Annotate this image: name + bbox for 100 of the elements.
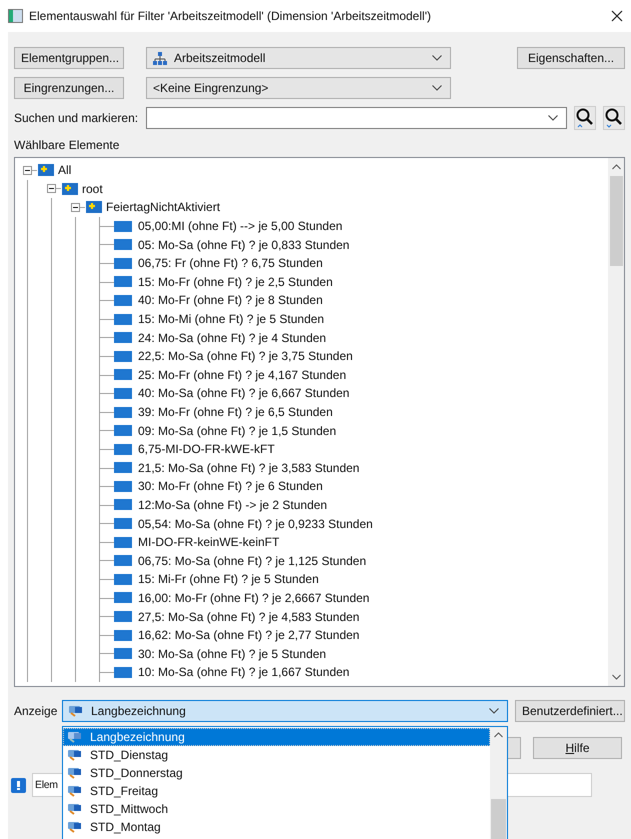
tag-icon — [68, 731, 82, 743]
element-icon — [114, 239, 132, 250]
tree-item[interactable]: 16,00: Mo-Fr (ohne Ft) ? je 2,6667 Stunden — [138, 590, 370, 605]
scrollbar[interactable] — [490, 727, 507, 839]
element-icon — [114, 350, 132, 362]
element-icon — [114, 388, 132, 399]
tag-icon — [69, 705, 83, 717]
tree-item[interactable]: 15: Mi-Fr (ohne Ft) ? je 5 Stunden — [138, 572, 319, 586]
tree-item[interactable]: root — [82, 182, 103, 196]
tree-item[interactable]: 05,00:MI (ohne Ft) --> je 5,00 Stunden — [138, 219, 342, 234]
element-icon — [114, 648, 132, 660]
element-icon — [114, 444, 132, 455]
collapse-icon[interactable] — [23, 166, 32, 175]
tree-item[interactable]: 15: Mo-Mi (ohne Ft) ? je 5 Stunden — [138, 312, 324, 326]
folder-plus-icon — [38, 164, 54, 176]
element-icon — [114, 406, 132, 418]
collapse-icon[interactable] — [47, 184, 56, 194]
tree-item[interactable]: 06,75: Fr (ohne Ft) ? 6,75 Stunden — [138, 256, 323, 270]
display-label: Anzeige — [14, 704, 58, 718]
scroll-up-icon — [494, 732, 503, 738]
tree-item[interactable]: 40: Mo-Sa (ohne Ft) ? je 6,667 Stunden — [138, 386, 350, 400]
tree-item[interactable]: 22,5: Mo-Sa (ohne Ft) ? je 3,75 Stunden — [138, 349, 353, 364]
element-icon — [114, 592, 132, 604]
element-icon — [114, 518, 132, 530]
scroll-up-icon — [612, 164, 620, 170]
tree-item[interactable]: 30: Mo-Sa (ohne Ft) ? je 5 Stunden — [138, 646, 326, 661]
element-icon — [114, 574, 132, 585]
tree-item[interactable]: 21,5: Mo-Sa (ohne Ft) ? je 3,583 Stunden — [138, 460, 360, 475]
element-icon — [114, 462, 132, 474]
tree-item[interactable]: 16,62: Mo-Sa (ohne Ft) ? je 2,77 Stunden — [138, 628, 360, 642]
properties-button[interactable]: Eigenschaften... — [517, 47, 625, 69]
restrictions-button[interactable]: Eingrenzungen... — [14, 77, 124, 99]
element-icon — [114, 276, 132, 288]
scrollbar-thumb[interactable] — [610, 176, 622, 266]
tree-item[interactable]: FeiertagNichtAktiviert — [106, 200, 220, 214]
tag-icon — [68, 785, 82, 797]
folder-plus-icon — [62, 182, 78, 195]
restriction-select[interactable]: <Keine Eingrenzung> — [146, 77, 451, 99]
hierarchy-select[interactable]: Arbeitszeitmodell — [146, 47, 451, 69]
dropdown-option[interactable]: STD_Donnerstag — [63, 764, 490, 782]
dropdown-option[interactable]: STD_Mittwoch — [63, 800, 490, 818]
tree-item[interactable]: 05: Mo-Sa (ohne Ft) ? je 0,833 Stunden — [138, 238, 350, 252]
close-icon[interactable] — [611, 10, 623, 22]
element-icon — [114, 258, 132, 269]
tree-item[interactable]: 25: Mo-Fr (ohne Ft) ? je 4,167 Stunden — [138, 368, 346, 382]
help-button[interactable]: Hilfe — [533, 737, 622, 759]
element-icon — [114, 480, 132, 492]
hierarchy-icon — [153, 52, 167, 64]
window-icon — [8, 9, 23, 23]
scroll-down-icon — [612, 674, 620, 680]
element-icon — [114, 369, 132, 380]
search-label: Suchen und markieren: — [14, 111, 140, 125]
display-select[interactable]: Langbezeichnung — [62, 700, 508, 722]
search-field[interactable] — [146, 107, 568, 129]
status-text: Elem — [35, 779, 58, 791]
custom-button[interactable]: Benutzerdefiniert... — [515, 700, 625, 722]
dropdown-option[interactable]: STD_Freitag — [63, 782, 490, 800]
element-groups-button[interactable]: Elementgruppen... — [14, 47, 124, 69]
element-icon — [114, 555, 132, 566]
tree-label: Wählbare Elemente — [14, 138, 120, 152]
scrollbar-thumb[interactable] — [491, 799, 506, 839]
collapse-icon[interactable] — [71, 202, 80, 212]
tag-icon — [68, 767, 82, 779]
search-icon — [605, 108, 624, 128]
tree-item[interactable]: 10: Mo-Sa (ohne Ft) ? je 1,667 Stunden — [138, 665, 350, 680]
search-next-button[interactable] — [603, 106, 626, 130]
dropdown-option[interactable]: Langbezeichnung — [63, 728, 490, 746]
tree-item[interactable]: 15: Mo-Fr (ohne Ft) ? je 2,5 Stunden — [138, 274, 333, 289]
tree-item[interactable]: 06,75: Mo-Sa (ohne Ft) ? je 1,125 Stunden — [138, 554, 366, 568]
element-icon — [114, 666, 132, 678]
tag-icon — [68, 821, 82, 833]
tag-icon — [68, 803, 82, 815]
dropdown-option[interactable]: STD_Montag — [63, 818, 490, 836]
element-icon — [114, 425, 132, 436]
folder-plus-icon — [86, 201, 102, 214]
element-icon — [114, 630, 132, 641]
chevron-down-icon — [548, 115, 558, 121]
dropdown-option[interactable]: STD_Dienstag — [63, 746, 490, 764]
tree-item[interactable]: 39: Mo-Fr (ohne Ft) ? je 6,5 Stunden — [138, 405, 333, 420]
tree-item[interactable]: MI-DO-FR-keinWE-keinFT — [138, 535, 280, 550]
tree-item[interactable]: All — [58, 163, 72, 178]
element-icon — [114, 220, 132, 232]
tree-item[interactable]: 05,54: Mo-Sa (ohne Ft) ? je 0,9233 Stunden — [138, 516, 373, 531]
tree-item[interactable]: 30: Mo-Fr (ohne Ft) ? je 6 Stunden — [138, 479, 323, 494]
element-icon — [114, 499, 132, 510]
search-icon — [576, 108, 594, 128]
chevron-down-icon — [432, 55, 442, 61]
element-icon — [114, 611, 132, 622]
scrollbar[interactable] — [608, 158, 624, 686]
window-title: Elementauswahl für Filter 'Arbeitszeitmodell' (Dimension 'Arbeitszeitmodell') — [29, 9, 432, 23]
tree-item[interactable]: 27,5: Mo-Sa (ohne Ft) ? je 4,583 Stunden — [138, 610, 360, 624]
tree-item[interactable]: 40: Mo-Fr (ohne Ft) ? je 8 Stunden — [138, 293, 323, 308]
tree-item[interactable]: 24: Mo-Sa (ohne Ft) ? je 4 Stunden — [138, 330, 326, 345]
tree-item[interactable]: 12:Mo-Sa (ohne Ft) -> je 2 Stunden — [138, 498, 328, 512]
tree-item[interactable]: 6,75-MI-DO-FR-kWE-kFT — [138, 442, 275, 456]
chevron-down-icon — [432, 85, 442, 91]
element-icon — [114, 536, 132, 548]
tree-item[interactable]: 09: Mo-Sa (ohne Ft) ? je 1,5 Stunden — [138, 424, 336, 438]
search-previous-button[interactable] — [574, 106, 596, 130]
tag-icon — [68, 749, 82, 761]
